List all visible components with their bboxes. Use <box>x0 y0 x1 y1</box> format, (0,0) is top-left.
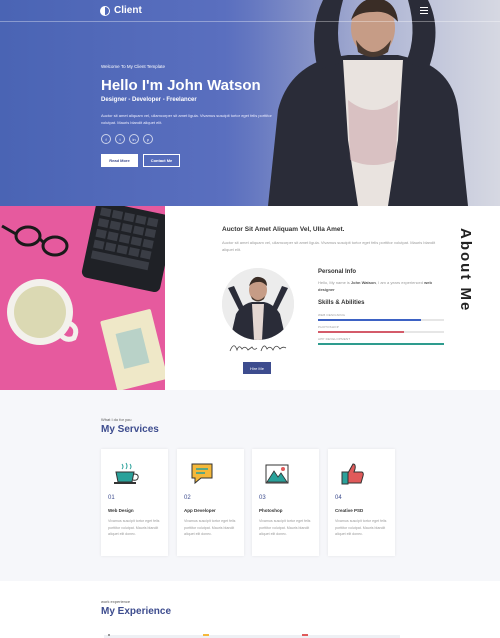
service-name: App Developer <box>184 508 216 513</box>
about-paragraph: Auctor sit amet aliquam vel, ullamcorper… <box>222 240 436 252</box>
skill-label: APP DEVELOPMENT <box>318 337 351 341</box>
skill-bar <box>318 331 404 333</box>
service-card-creative-psd[interactable]: 04 Creative PSD Vivamus suscipit tortor … <box>328 449 395 556</box>
skill-track <box>318 343 444 345</box>
services-eyebrow: What I do for you <box>101 417 132 422</box>
hire-me-button[interactable]: Hire Me <box>243 362 271 374</box>
skill-label: WEB DESIGNING <box>318 313 346 317</box>
skill-app-development: APP DEVELOPMENT <box>318 337 444 345</box>
hero-buttons: Read More Contact Me <box>101 154 180 167</box>
facebook-icon[interactable]: f <box>101 134 111 144</box>
read-more-button[interactable]: Read More <box>101 154 138 167</box>
hero-title: Hello I'm John Watson <box>101 77 261 94</box>
hero-subtitle: Designer - Developer - Freelancer <box>101 97 197 103</box>
experience-title: My Experience <box>101 606 172 617</box>
skill-photoshop: PHOTOSHOP <box>318 325 444 333</box>
service-name: Photoshop <box>259 508 283 513</box>
about-headline: Auctor Sit Amet Aliquam Vel, Ulla Amet. <box>222 226 345 233</box>
pinterest-icon[interactable]: p <box>143 134 153 144</box>
services-title: My Services <box>101 424 159 435</box>
skill-web-designing: WEB DESIGNING <box>318 313 444 321</box>
logo[interactable]: Client <box>100 5 142 16</box>
experience-eyebrow: work experience <box>101 599 131 604</box>
service-card-app-developer[interactable]: 02 App Developer Vivamus suscipit tortor… <box>177 449 244 556</box>
menu-icon[interactable] <box>420 7 428 14</box>
service-number: 04 <box>335 495 342 501</box>
personal-info-title: Personal Info <box>318 269 357 275</box>
contact-me-button[interactable]: Contact Me <box>143 154 180 167</box>
personal-info-text: Hello, My name is John Watson, I am a ye… <box>318 280 432 292</box>
skill-track <box>318 319 444 321</box>
social-links: f t in p <box>101 134 153 144</box>
desk-photo <box>0 206 165 390</box>
service-name: Web Design <box>108 508 134 513</box>
service-card-web-design[interactable]: 01 Web Design Vivamus suscipit tortor eg… <box>101 449 168 556</box>
thumbs-up-icon <box>341 463 364 485</box>
skill-bar <box>318 343 444 345</box>
service-name: Creative PSD <box>335 508 364 513</box>
top-nav: Client <box>0 0 500 22</box>
about-section: Auctor Sit Amet Aliquam Vel, Ulla Amet. … <box>0 206 500 390</box>
service-card-photoshop[interactable]: 03 Photoshop Vivamus suscipit tortor ege… <box>252 449 319 556</box>
services-section: What I do for you My Services 01 Web Des… <box>0 390 500 581</box>
service-text: Vivamus suscipit tortor eget felis portt… <box>184 519 236 537</box>
linkedin-icon[interactable]: in <box>129 134 139 144</box>
skill-label: PHOTOSHOP <box>318 325 339 329</box>
skill-track <box>318 331 444 333</box>
service-number: 03 <box>259 495 266 501</box>
service-number: 02 <box>184 495 191 501</box>
skill-bar <box>318 319 422 321</box>
service-text: Vivamus suscipit tortor eget felis portt… <box>259 519 311 537</box>
hero-man-photo <box>248 0 500 206</box>
about-me-vertical-title: About Me <box>457 228 474 313</box>
service-number: 01 <box>108 495 115 501</box>
experience-section: work experience My Experience <box>0 581 500 638</box>
logo-icon <box>100 5 110 16</box>
signature-image <box>229 345 287 352</box>
profile-portrait <box>222 268 294 340</box>
hero-eyebrow: Welcome To My Client Template <box>101 64 166 69</box>
hero-section: Client Welcome To My Client Template Hel… <box>0 0 500 206</box>
service-text: Vivamus suscipit tortor eget felis portt… <box>108 519 160 537</box>
twitter-icon[interactable]: t <box>115 134 125 144</box>
skills-title: Skills & Abilities <box>318 300 365 306</box>
mountain-picture-icon <box>265 464 289 484</box>
hero-text: Auctor sit amet aliquam vel, ullamcorper… <box>101 113 272 125</box>
service-text: Vivamus suscipit tortor eget felis portt… <box>335 519 387 537</box>
experience-timeline-preview <box>104 634 400 638</box>
logo-text: Client <box>114 5 142 16</box>
coffee-cup-icon <box>114 462 139 484</box>
chat-bubble-icon <box>191 463 213 485</box>
